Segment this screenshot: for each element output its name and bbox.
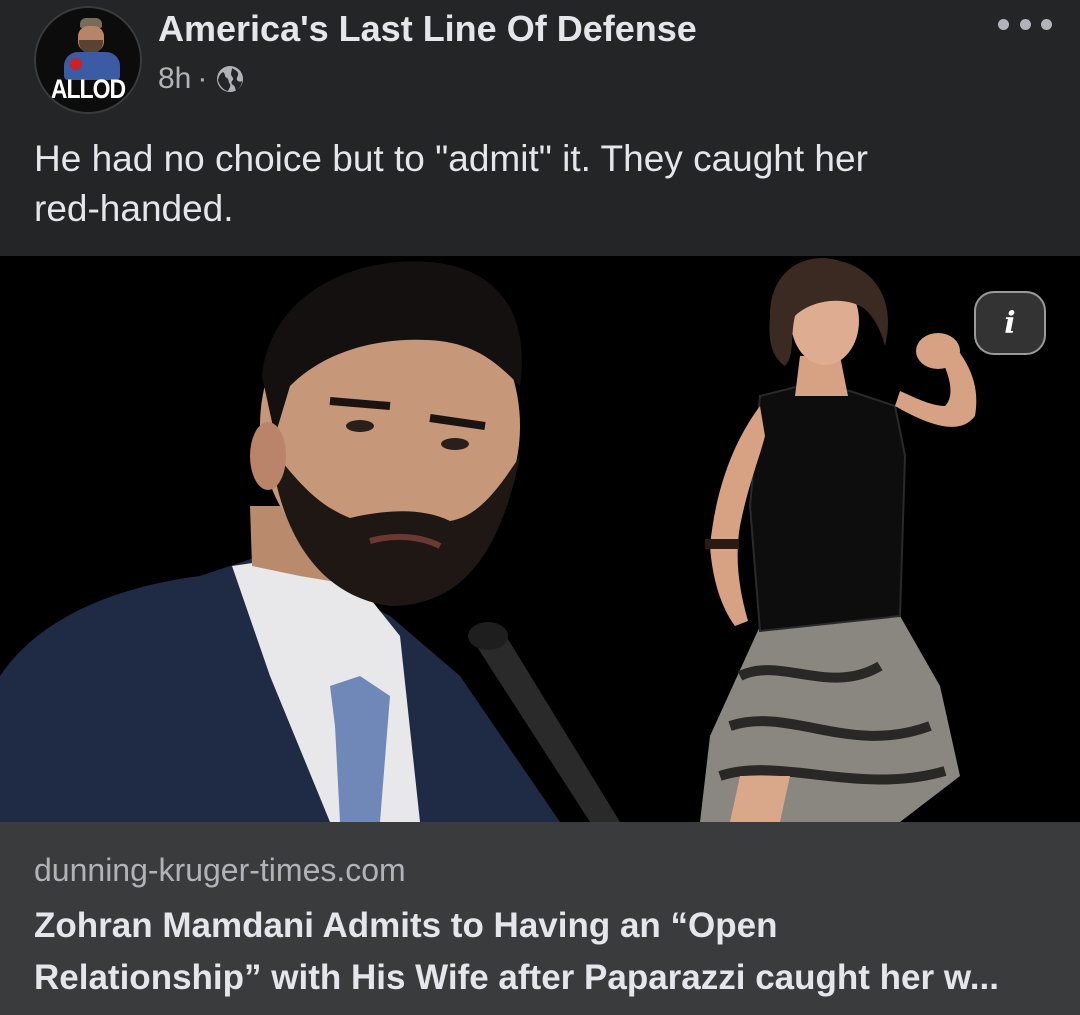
link-title-line: Relationship” with His Wife after Papara… [34, 958, 999, 997]
globe-icon [217, 66, 244, 92]
man-tie [330, 676, 390, 822]
info-button[interactable]: i [974, 291, 1046, 355]
woman-top [748, 384, 907, 633]
link-domain: dunning-kruger-times.com [34, 852, 406, 888]
link-title: Zohran Mamdani Admits to Having an “Open… [34, 900, 1064, 1004]
facebook-post: ALLOD America's Last Line Of Defense 8h … [0, 0, 1080, 1015]
more-options-button[interactable] [998, 12, 1052, 36]
avatar-logo-text: ALLOD [50, 73, 126, 104]
preview-photo [0, 256, 1080, 822]
post-message: He had no choice but to "admit" it. They… [34, 134, 1044, 234]
link-preview-image[interactable] [0, 256, 1080, 822]
page-avatar[interactable]: ALLOD [34, 6, 142, 114]
post-message-line: red-handed. [34, 188, 234, 229]
avatar-emblem [70, 58, 82, 70]
meta-separator: · [197, 62, 208, 95]
info-icon: i [1004, 305, 1016, 341]
post-message-line: He had no choice but to "admit" it. They… [34, 138, 868, 179]
more-horizontal-icon-dot [1019, 18, 1031, 30]
post-time[interactable]: 8h [158, 62, 191, 96]
page-name[interactable]: America's Last Line Of Defense [158, 8, 697, 50]
post-meta: 8h · [158, 62, 245, 96]
link-preview-footer[interactable]: dunning-kruger-times.com Zohran Mamdani … [0, 822, 1080, 1015]
link-title-line: Zohran Mamdani Admits to Having an “Open [34, 906, 778, 945]
more-horizontal-icon-dot [1041, 18, 1052, 30]
more-horizontal-icon-dot [998, 18, 1009, 30]
